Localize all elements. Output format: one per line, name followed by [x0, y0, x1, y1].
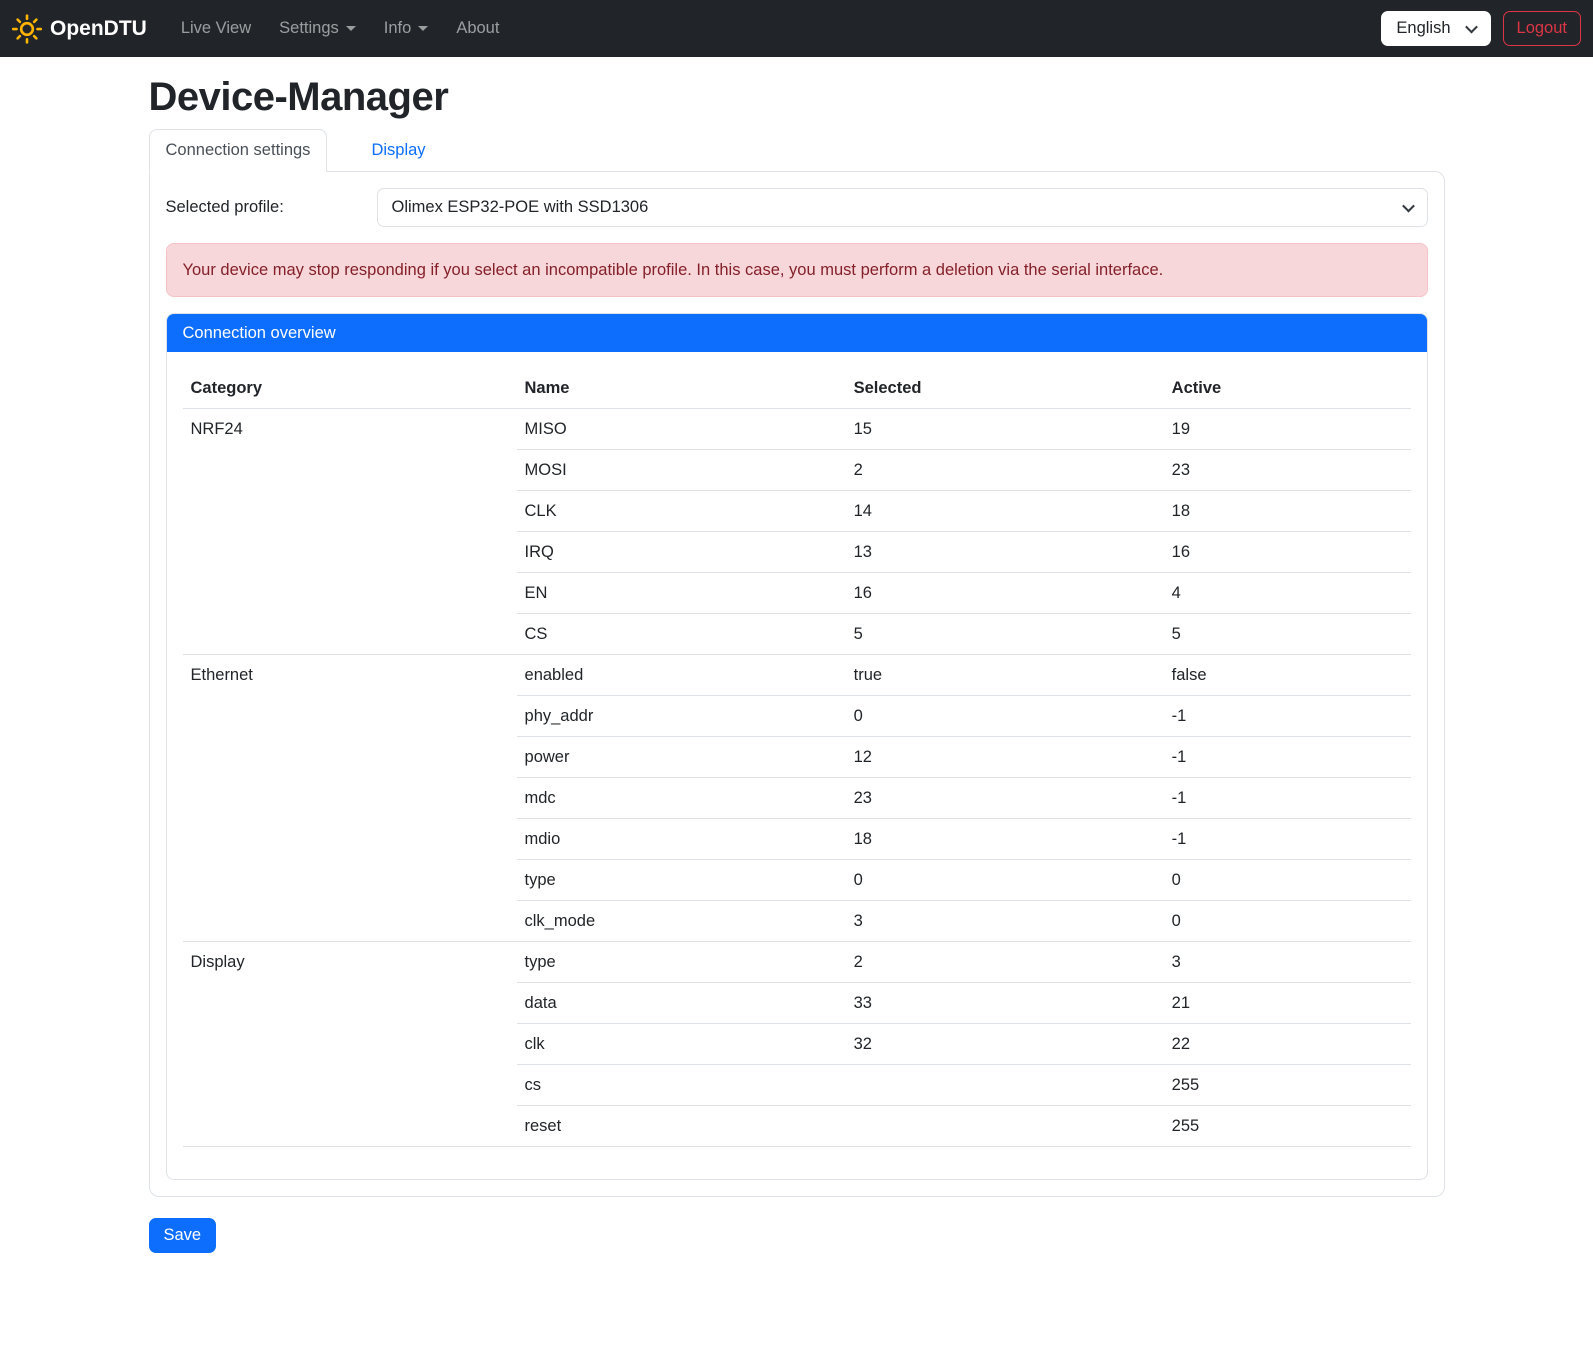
tab-content: Selected profile: Olimex ESP32-POE with … — [149, 171, 1445, 1197]
table-header-row: Category Name Selected Active — [183, 368, 1411, 409]
active-cell: 21 — [1164, 983, 1411, 1024]
chevron-down-icon — [1465, 21, 1478, 34]
nav-item-about[interactable]: About — [442, 11, 513, 46]
card-body: Category Name Selected Active NRF24MISO1… — [167, 352, 1427, 1179]
name-cell: clk — [517, 1024, 846, 1065]
active-cell: 0 — [1164, 901, 1411, 942]
page-title: Device-Manager — [149, 75, 1445, 120]
active-cell: -1 — [1164, 696, 1411, 737]
profile-select-value: Olimex ESP32-POE with SSD1306 — [392, 198, 649, 217]
nav-item-live-view[interactable]: Live View — [167, 11, 265, 46]
selected-cell: 12 — [846, 737, 1164, 778]
name-cell: clk_mode — [517, 901, 846, 942]
selected-cell: 13 — [846, 532, 1164, 573]
table-row: Ethernetenabledtruefalse — [183, 655, 1411, 696]
name-cell: phy_addr — [517, 696, 846, 737]
tab-connection-settings[interactable]: Connection settings — [149, 129, 328, 172]
name-cell: data — [517, 983, 846, 1024]
active-cell: 18 — [1164, 491, 1411, 532]
selected-cell — [846, 1065, 1164, 1106]
col-header-active: Active — [1164, 368, 1411, 409]
active-cell: 4 — [1164, 573, 1411, 614]
selected-cell: 18 — [846, 819, 1164, 860]
category-cell: Ethernet — [183, 655, 517, 942]
name-cell: power — [517, 737, 846, 778]
selected-cell: 5 — [846, 614, 1164, 655]
navbar-right: English Logout — [1381, 11, 1581, 46]
active-cell: 19 — [1164, 409, 1411, 450]
selected-cell: 3 — [846, 901, 1164, 942]
name-cell: IRQ — [517, 532, 846, 573]
dropdown-caret-icon — [346, 26, 356, 31]
selected-cell — [846, 1106, 1164, 1147]
name-cell: MISO — [517, 409, 846, 450]
selected-cell: 23 — [846, 778, 1164, 819]
language-select-value: English — [1396, 19, 1450, 38]
language-select[interactable]: English — [1381, 11, 1490, 46]
category-cell: Display — [183, 942, 517, 1147]
card-header: Connection overview — [167, 314, 1427, 352]
selected-cell: 14 — [846, 491, 1164, 532]
active-cell: 0 — [1164, 860, 1411, 901]
selected-cell: 0 — [846, 696, 1164, 737]
name-cell: mdc — [517, 778, 846, 819]
name-cell: enabled — [517, 655, 846, 696]
nav-item-info[interactable]: Info — [370, 11, 443, 46]
connection-overview-table: Category Name Selected Active NRF24MISO1… — [183, 368, 1411, 1147]
col-header-name: Name — [517, 368, 846, 409]
name-cell: CLK — [517, 491, 846, 532]
brand-label: OpenDTU — [50, 17, 147, 41]
name-cell: CS — [517, 614, 846, 655]
category-cell: NRF24 — [183, 409, 517, 655]
incompatible-profile-warning: Your device may stop responding if you s… — [166, 243, 1428, 297]
dropdown-caret-icon — [418, 26, 428, 31]
active-cell: 255 — [1164, 1065, 1411, 1106]
nav-menu: Live ViewSettingsInfoAbout — [167, 11, 1382, 46]
table-row: NRF24MISO1519 — [183, 409, 1411, 450]
active-cell: 16 — [1164, 532, 1411, 573]
name-cell: EN — [517, 573, 846, 614]
selected-cell: 2 — [846, 450, 1164, 491]
name-cell: type — [517, 860, 846, 901]
active-cell: 3 — [1164, 942, 1411, 983]
name-cell: MOSI — [517, 450, 846, 491]
connection-overview-card: Connection overview Category Name Select… — [166, 313, 1428, 1180]
selected-cell: 2 — [846, 942, 1164, 983]
chevron-down-icon — [1402, 200, 1415, 213]
selected-cell: 16 — [846, 573, 1164, 614]
profile-label: Selected profile: — [166, 198, 377, 217]
col-header-category: Category — [183, 368, 517, 409]
active-cell: 255 — [1164, 1106, 1411, 1147]
table-row: Displaytype23 — [183, 942, 1411, 983]
profile-row: Selected profile: Olimex ESP32-POE with … — [166, 188, 1428, 227]
name-cell: type — [517, 942, 846, 983]
active-cell: false — [1164, 655, 1411, 696]
profile-select[interactable]: Olimex ESP32-POE with SSD1306 — [377, 188, 1428, 227]
save-button[interactable]: Save — [149, 1218, 217, 1253]
selected-cell: 15 — [846, 409, 1164, 450]
brand-link[interactable]: OpenDTU — [12, 14, 147, 44]
nav-item-settings[interactable]: Settings — [265, 11, 370, 46]
name-cell: mdio — [517, 819, 846, 860]
active-cell: 5 — [1164, 614, 1411, 655]
active-cell: 23 — [1164, 450, 1411, 491]
page-container: Device-Manager Connection settings Displ… — [137, 57, 1457, 1253]
selected-cell: 0 — [846, 860, 1164, 901]
logout-button[interactable]: Logout — [1503, 11, 1581, 46]
tab-display[interactable]: Display — [354, 129, 442, 171]
tab-bar: Connection settings Display — [149, 129, 1445, 171]
selected-cell: 33 — [846, 983, 1164, 1024]
col-header-selected: Selected — [846, 368, 1164, 409]
active-cell: -1 — [1164, 737, 1411, 778]
active-cell: -1 — [1164, 819, 1411, 860]
active-cell: 22 — [1164, 1024, 1411, 1065]
selected-cell: 32 — [846, 1024, 1164, 1065]
overview-table-body: NRF24MISO1519MOSI223CLK1418IRQ1316EN164C… — [183, 409, 1411, 1147]
name-cell: cs — [517, 1065, 846, 1106]
selected-cell: true — [846, 655, 1164, 696]
name-cell: reset — [517, 1106, 846, 1147]
sun-icon — [12, 14, 42, 44]
active-cell: -1 — [1164, 778, 1411, 819]
navbar: OpenDTU Live ViewSettingsInfoAbout Engli… — [0, 0, 1593, 57]
